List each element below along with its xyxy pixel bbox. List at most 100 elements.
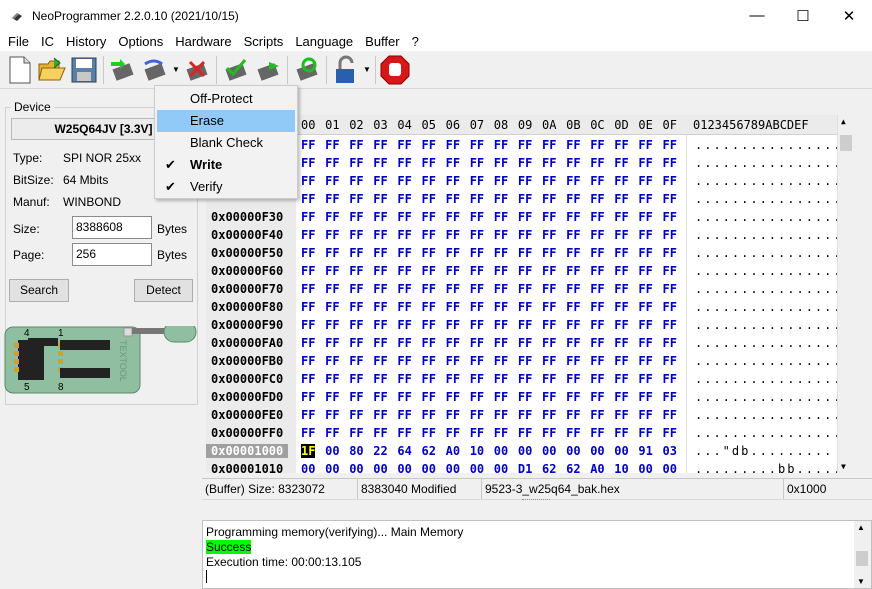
hex-byte[interactable]: FF — [590, 336, 604, 350]
hex-byte[interactable]: FF — [614, 264, 628, 278]
hex-byte[interactable]: FF — [373, 300, 387, 314]
hex-byte[interactable]: FF — [638, 192, 652, 206]
hex-byte[interactable]: FF — [494, 138, 508, 152]
hex-byte[interactable]: FF — [494, 282, 508, 296]
hex-byte[interactable]: FF — [422, 408, 436, 422]
hex-byte[interactable]: 00 — [470, 462, 484, 476]
hex-byte[interactable]: FF — [542, 318, 556, 332]
hex-byte[interactable]: FF — [397, 426, 411, 440]
hex-byte[interactable]: FF — [325, 372, 339, 386]
hex-byte[interactable]: 62 — [422, 444, 436, 458]
hex-byte[interactable]: FF — [518, 192, 532, 206]
hex-byte[interactable]: FF — [590, 390, 604, 404]
hex-byte[interactable]: FF — [590, 282, 604, 296]
hex-byte[interactable]: FF — [373, 318, 387, 332]
write-options-dropdown[interactable]: ▼ — [171, 53, 181, 87]
hex-byte[interactable]: FF — [566, 192, 580, 206]
open-file-button[interactable] — [36, 53, 68, 87]
hex-byte[interactable]: FF — [590, 138, 604, 152]
hex-byte[interactable]: FF — [566, 408, 580, 422]
close-button[interactable]: ✕ — [826, 0, 872, 31]
hex-byte[interactable]: FF — [566, 426, 580, 440]
hex-byte[interactable]: 00 — [422, 462, 436, 476]
hex-byte[interactable]: FF — [590, 228, 604, 242]
save-file-button[interactable] — [68, 53, 100, 87]
hex-byte[interactable]: FF — [446, 318, 460, 332]
menu-item-verify[interactable]: ✔ Verify — [157, 176, 295, 198]
hex-byte[interactable]: FF — [349, 372, 363, 386]
hex-byte[interactable]: 00 — [638, 462, 652, 476]
hex-byte[interactable]: FF — [566, 264, 580, 278]
hex-byte[interactable]: FF — [397, 246, 411, 260]
hex-byte[interactable]: FF — [614, 192, 628, 206]
hex-byte[interactable]: 64 — [397, 444, 411, 458]
hex-byte[interactable]: FF — [470, 408, 484, 422]
hex-byte[interactable]: FF — [349, 282, 363, 296]
hex-byte[interactable]: FF — [518, 426, 532, 440]
hex-byte[interactable]: FF — [590, 174, 604, 188]
hex-byte[interactable]: FF — [397, 354, 411, 368]
page-field[interactable]: 256 — [72, 243, 152, 266]
hex-byte[interactable]: 00 — [349, 462, 363, 476]
hex-byte[interactable]: FF — [397, 390, 411, 404]
hex-byte[interactable]: 1F — [301, 444, 316, 458]
hex-byte[interactable]: FF — [663, 246, 677, 260]
hex-byte[interactable]: FF — [566, 246, 580, 260]
hex-byte[interactable]: A0 — [590, 462, 604, 476]
menu-item-erase[interactable]: Erase — [157, 110, 295, 132]
hex-byte[interactable]: FF — [614, 228, 628, 242]
menu-scripts[interactable]: Scripts — [238, 34, 290, 49]
hex-byte[interactable]: FF — [397, 318, 411, 332]
hex-byte[interactable]: FF — [373, 156, 387, 170]
hex-byte[interactable]: FF — [301, 426, 315, 440]
hex-byte[interactable]: 10 — [614, 462, 628, 476]
hex-byte[interactable]: FF — [422, 264, 436, 278]
hex-byte[interactable]: FF — [349, 390, 363, 404]
hex-byte[interactable]: FF — [494, 156, 508, 170]
hex-byte[interactable]: FF — [663, 390, 677, 404]
hex-byte[interactable]: 00 — [373, 462, 387, 476]
hex-byte[interactable]: FF — [397, 228, 411, 242]
hex-byte[interactable]: FF — [470, 264, 484, 278]
hex-byte[interactable]: FF — [422, 156, 436, 170]
hex-byte[interactable]: FF — [566, 390, 580, 404]
hex-byte[interactable]: FF — [301, 282, 315, 296]
hex-byte[interactable]: 10 — [470, 444, 484, 458]
hex-byte[interactable]: FF — [614, 246, 628, 260]
hex-byte[interactable]: 00 — [446, 462, 460, 476]
hex-byte[interactable]: FF — [422, 282, 436, 296]
hex-byte[interactable]: 00 — [518, 444, 532, 458]
hex-byte[interactable]: FF — [373, 264, 387, 278]
hex-byte[interactable]: FF — [301, 228, 315, 242]
hex-byte[interactable]: FF — [446, 390, 460, 404]
hex-byte[interactable]: FF — [446, 228, 460, 242]
hex-byte[interactable]: FF — [590, 408, 604, 422]
hex-byte[interactable]: FF — [349, 156, 363, 170]
size-field[interactable]: 8388608 — [72, 216, 152, 239]
hex-byte[interactable]: FF — [542, 390, 556, 404]
hex-byte[interactable]: 00 — [566, 444, 580, 458]
hex-byte[interactable]: FF — [614, 390, 628, 404]
hex-byte[interactable]: 00 — [663, 462, 677, 476]
hex-byte[interactable]: FF — [663, 408, 677, 422]
hex-byte[interactable]: FF — [566, 336, 580, 350]
new-file-button[interactable] — [4, 53, 36, 87]
hex-byte[interactable]: FF — [518, 246, 532, 260]
hex-byte[interactable]: FF — [349, 426, 363, 440]
log-panel[interactable]: Programming memory(verifying)... Main Me… — [202, 520, 872, 589]
hex-byte[interactable]: FF — [349, 318, 363, 332]
hex-byte[interactable]: FF — [542, 282, 556, 296]
hex-byte[interactable]: FF — [397, 156, 411, 170]
hex-byte[interactable]: FF — [422, 372, 436, 386]
hex-byte[interactable]: FF — [590, 264, 604, 278]
hex-byte[interactable]: FF — [494, 408, 508, 422]
hex-byte[interactable]: FF — [663, 372, 677, 386]
hex-byte[interactable]: FF — [494, 174, 508, 188]
hex-byte[interactable]: FF — [663, 282, 677, 296]
hex-byte[interactable]: FF — [663, 210, 677, 224]
hex-byte[interactable]: FF — [518, 264, 532, 278]
hex-byte[interactable]: FF — [397, 300, 411, 314]
hex-byte[interactable]: FF — [373, 372, 387, 386]
protect-options-dropdown[interactable]: ▼ — [362, 53, 372, 87]
hex-byte[interactable]: 00 — [494, 462, 508, 476]
